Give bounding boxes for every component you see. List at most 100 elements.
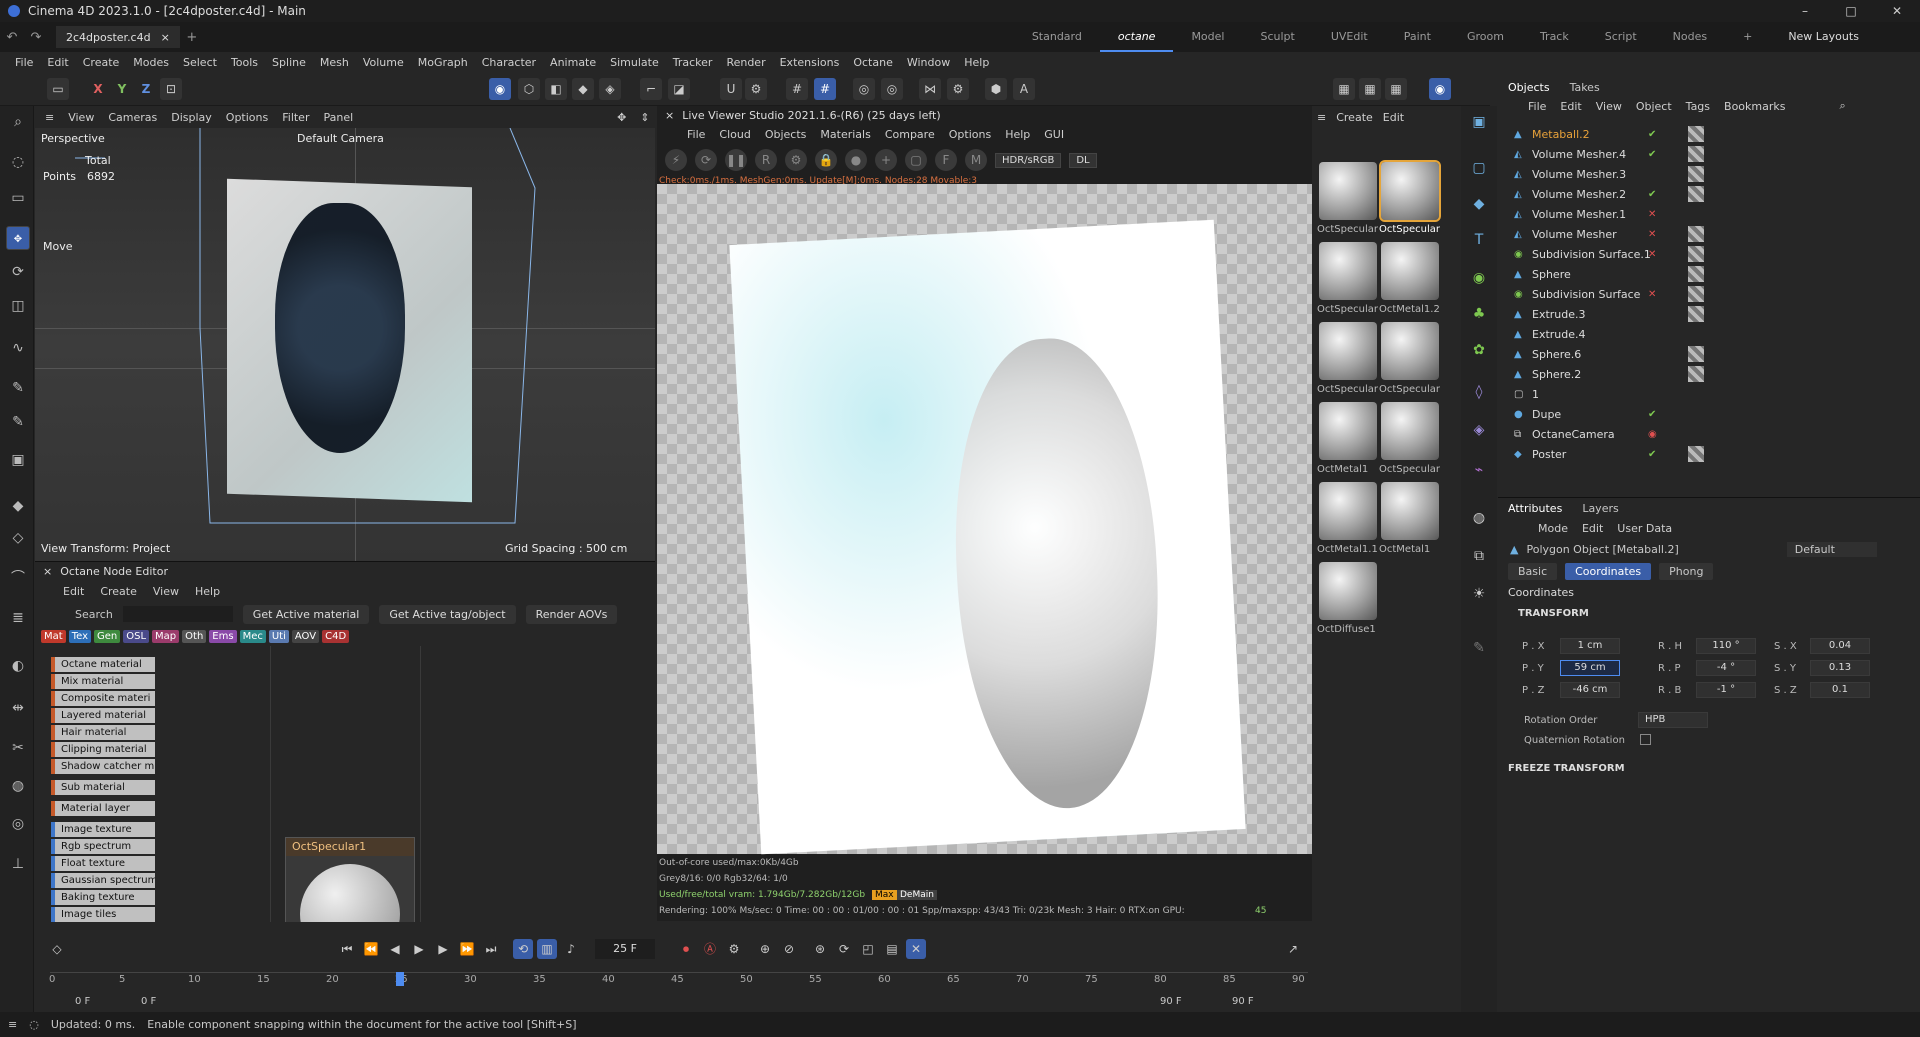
node-layered-material[interactable]: Layered material: [51, 708, 155, 723]
new-layouts-toggle-label[interactable]: New Layouts: [1770, 22, 1877, 52]
material-menu-icon[interactable]: ≡: [1317, 111, 1326, 124]
node-clipping-material[interactable]: Clipping material: [51, 742, 155, 757]
scale-x-field[interactable]: 0.04: [1810, 638, 1870, 654]
model-mode-icon[interactable]: ◉: [489, 78, 511, 100]
camera-tag-icon[interactable]: ◉: [1648, 429, 1657, 440]
material-ball[interactable]: [1319, 242, 1377, 300]
menu-tracker[interactable]: Tracker: [666, 56, 720, 69]
play-icon[interactable]: ▶: [409, 939, 429, 959]
object-menu-file[interactable]: File: [1528, 100, 1546, 113]
new-document-icon[interactable]: +: [180, 30, 204, 45]
timeline-end-field[interactable]: 90 F: [1232, 996, 1254, 1007]
layout-tab-standard[interactable]: Standard: [1014, 22, 1100, 52]
cloner-icon[interactable]: ♣: [1467, 302, 1491, 326]
material-ball-selected[interactable]: [1379, 160, 1441, 222]
viewport-camera-label[interactable]: Default Camera: [297, 132, 384, 145]
object-row[interactable]: ▲ Extrude.3: [1498, 304, 1920, 324]
status-x-icon[interactable]: ✕: [1648, 289, 1656, 300]
material-tag-icon[interactable]: [1688, 126, 1704, 142]
prev-key-icon[interactable]: ⏪: [361, 939, 381, 959]
material-tag-icon[interactable]: [1688, 366, 1704, 382]
material-tag-icon[interactable]: [1688, 446, 1704, 462]
material-tag-icon[interactable]: [1688, 346, 1704, 362]
timeline-preview-start-field[interactable]: 0 F: [141, 996, 156, 1007]
material-ball[interactable]: [1381, 402, 1439, 460]
node-image-texture[interactable]: Image texture: [51, 822, 155, 837]
keyframe-interp-icon[interactable]: ◰: [858, 939, 878, 959]
menu-extensions[interactable]: Extensions: [773, 56, 847, 69]
region-render-icon[interactable]: R: [755, 149, 777, 171]
menu-octane[interactable]: Octane: [846, 56, 900, 69]
workplane-snap-icon[interactable]: #: [814, 78, 836, 100]
loop-icon[interactable]: ⟲: [513, 939, 533, 959]
render-settings-icon[interactable]: ▦: [1385, 78, 1407, 100]
render-region-icon[interactable]: ◎: [881, 78, 903, 100]
status-check-icon[interactable]: ✔: [1648, 129, 1656, 140]
field-icon[interactable]: ◈: [1467, 418, 1491, 442]
add-layout-icon[interactable]: +: [1725, 22, 1770, 52]
material-ball[interactable]: [1319, 482, 1377, 540]
undo-icon[interactable]: ↶: [0, 30, 24, 45]
generator-icon[interactable]: ◉: [1467, 266, 1491, 290]
pause-icon[interactable]: ❚❚: [725, 149, 747, 171]
subtab-phong[interactable]: Phong: [1659, 562, 1714, 580]
record-rotation-icon[interactable]: ⊘: [779, 939, 799, 959]
node-menu-help[interactable]: Help: [195, 585, 220, 598]
tool-settings-icon[interactable]: ⚙: [947, 78, 969, 100]
layout-tab-sculpt[interactable]: Sculpt: [1242, 22, 1312, 52]
material-ball[interactable]: [1319, 162, 1377, 220]
close-live-viewer-icon[interactable]: ×: [665, 109, 674, 122]
object-row[interactable]: ● Dupe ✔: [1498, 404, 1920, 424]
object-row[interactable]: ◭ Volume Mesher.4 ✔: [1498, 144, 1920, 164]
category-tab-oth[interactable]: Oth: [182, 629, 207, 643]
uv-mode-icon[interactable]: ◈: [599, 78, 621, 100]
keyframe-icon[interactable]: ◇: [47, 939, 67, 959]
menu-volume[interactable]: Volume: [356, 56, 411, 69]
focus-picker-icon[interactable]: F: [935, 149, 957, 171]
material-ball[interactable]: [1319, 402, 1377, 460]
object-row[interactable]: ▲ Sphere: [1498, 264, 1920, 284]
zoom-icon[interactable]: ⌕: [6, 110, 30, 134]
node-menu-view[interactable]: View: [153, 585, 179, 598]
coordinate-system-icon[interactable]: ⊡: [160, 78, 182, 100]
status-check-icon[interactable]: ✔: [1648, 449, 1656, 460]
camera-icon[interactable]: ⧉: [1467, 544, 1491, 568]
attr-menu-user-data[interactable]: User Data: [1617, 522, 1672, 535]
timeline-snap-icon[interactable]: ✕: [906, 939, 926, 959]
node-sub-material[interactable]: Sub material: [51, 780, 155, 795]
object-row[interactable]: ◭ Volume Mesher.1 ✕: [1498, 204, 1920, 224]
tab-attributes[interactable]: Attributes: [1508, 502, 1562, 515]
scale-z-field[interactable]: 0.1: [1810, 682, 1870, 698]
prev-frame-icon[interactable]: ◀: [385, 939, 405, 959]
pencil-icon[interactable]: ✎: [1467, 636, 1491, 660]
fcurve-icon[interactable]: ↗: [1283, 939, 1303, 959]
object-row[interactable]: ◭ Volume Mesher.2 ✔: [1498, 184, 1920, 204]
layout-tab-groom[interactable]: Groom: [1449, 22, 1522, 52]
status-x-icon[interactable]: ✕: [1648, 249, 1656, 260]
lv-menu-objects[interactable]: Objects: [765, 128, 807, 141]
object-row[interactable]: ◭ Volume Mesher ✕: [1498, 224, 1920, 244]
autokey-icon[interactable]: Ⓐ: [700, 939, 720, 959]
snap-magnet-icon[interactable]: U: [720, 78, 742, 100]
object-row[interactable]: ⧉ OctaneCamera ◉: [1498, 424, 1920, 444]
lv-menu-compare[interactable]: Compare: [885, 128, 935, 141]
lv-menu-options[interactable]: Options: [949, 128, 991, 141]
render-view-clapper-icon[interactable]: ▦: [1333, 78, 1355, 100]
axis-x-toggle[interactable]: X: [87, 78, 109, 100]
node-baking-texture[interactable]: Baking texture: [51, 890, 155, 905]
deformer-icon[interactable]: ◊: [1467, 380, 1491, 404]
status-x-icon[interactable]: ✕: [1648, 209, 1656, 220]
render-to-picture-viewer-icon[interactable]: ▦: [1359, 78, 1381, 100]
lv-menu-gui[interactable]: GUI: [1044, 128, 1064, 141]
close-window-button[interactable]: ✕: [1874, 0, 1920, 22]
next-frame-icon[interactable]: ▶: [433, 939, 453, 959]
smooth-icon[interactable]: ◎: [6, 812, 30, 836]
object-row[interactable]: ▲ Sphere.2: [1498, 364, 1920, 384]
viewport-menu-options[interactable]: Options: [226, 111, 268, 124]
viewport-zoom-icon[interactable]: ⇕: [640, 111, 649, 124]
node-image-tiles[interactable]: Image tiles: [51, 907, 155, 922]
quaternion-checkbox[interactable]: [1640, 734, 1651, 745]
object-row[interactable]: ◉ Subdivision Surface ✕: [1498, 284, 1920, 304]
node-gaussian-spectrum[interactable]: Gaussian spectrum: [51, 873, 155, 888]
viewport-menu-cameras[interactable]: Cameras: [108, 111, 157, 124]
